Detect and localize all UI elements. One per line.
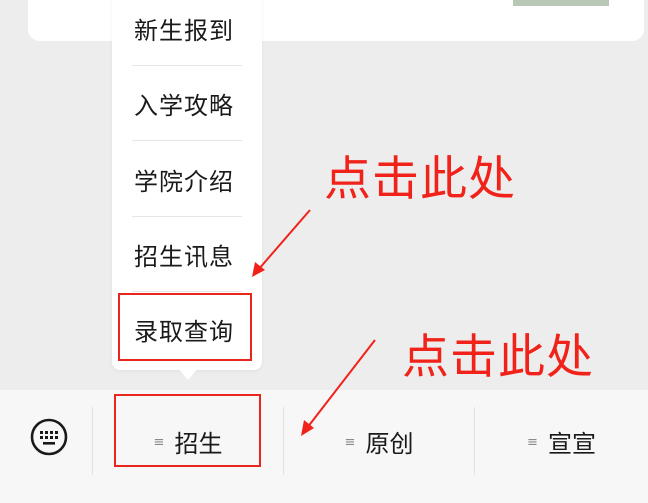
menu-lines-icon: ≡	[344, 434, 356, 450]
menu-tab-original[interactable]: ≡ 原创	[284, 407, 474, 475]
menu-divider	[132, 140, 242, 141]
annotation-callout-top: 点击此处	[324, 152, 516, 207]
menu-item-enrollment-guide[interactable]: 入学攻略	[112, 66, 262, 141]
annotation-arrow-to-menu	[257, 209, 311, 271]
card-thumbnail	[513, 0, 609, 6]
wechat-chat-screen: 新生报到 入学攻略 学院介绍 招生讯息 录取查询 ≡ 招生 ≡ 原创 ≡ 宣宣 …	[0, 0, 648, 503]
menu-lines-icon: ≡	[527, 434, 538, 450]
menu-tab-label: 宣宣	[547, 429, 596, 458]
highlight-box-admission-query	[118, 293, 252, 361]
menu-item-freshman-registration[interactable]: 新生报到	[112, 0, 262, 66]
menu-item-label: 新生报到	[134, 17, 234, 45]
annotation-callout-bottom: 点击此处	[402, 330, 594, 385]
menu-item-label: 学院介绍	[134, 168, 234, 196]
menu-item-admission-news[interactable]: 招生讯息	[112, 217, 262, 292]
menu-item-college-introduction[interactable]: 学院介绍	[112, 142, 262, 217]
menu-item-label: 招生讯息	[134, 243, 234, 271]
submenu-pointer	[178, 368, 198, 380]
keyboard-toggle-button[interactable]	[29, 417, 69, 457]
highlight-box-admissions-tab	[114, 394, 261, 467]
menu-tab-label: 原创	[365, 429, 414, 458]
menu-tab-xuanxuan[interactable]: ≡ 宣宣	[475, 407, 648, 475]
menu-item-label: 入学攻略	[134, 92, 234, 120]
keyboard-icon	[30, 418, 68, 456]
